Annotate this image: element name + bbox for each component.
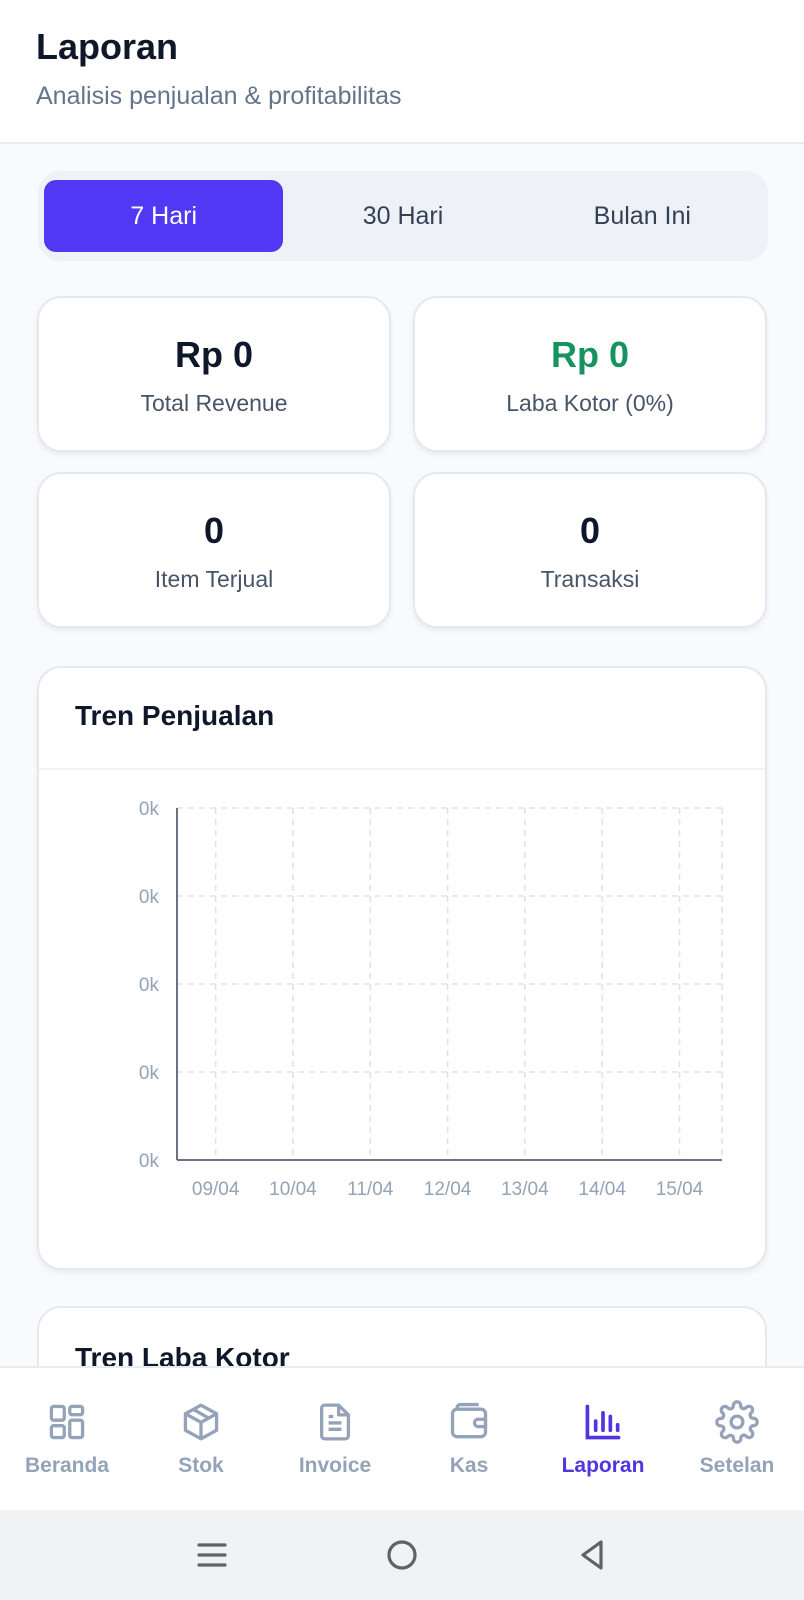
- period-selector: 7 Hari 30 Hari Bulan Ini: [38, 171, 768, 261]
- stat-card-revenue: Rp 0 Total Revenue: [37, 296, 391, 452]
- nav-item-beranda[interactable]: Beranda: [0, 1400, 134, 1478]
- sales-trend-title: Tren Penjualan: [39, 668, 765, 770]
- x-tick-label: 13/04: [501, 1179, 549, 1200]
- nav-item-laporan[interactable]: Laporan: [536, 1400, 670, 1478]
- revenue-label: Total Revenue: [140, 390, 288, 416]
- recent-apps-icon[interactable]: [192, 1535, 232, 1575]
- y-tick-label: 0k: [139, 975, 160, 996]
- y-tick-label: 0k: [139, 799, 160, 820]
- nav-label-stok: Stok: [178, 1454, 224, 1477]
- sales-trend-card: Tren Penjualan 0k 0k 0k 0k 0k 09/04 10/04 11/04…: [37, 666, 767, 1270]
- stat-card-gross-profit: Rp 0 Laba Kotor (0%): [413, 296, 767, 452]
- x-tick-label: 14/04: [578, 1179, 626, 1200]
- bottom-navigation: Beranda Stok Invoice Kas Laporan Setelan: [0, 1366, 804, 1510]
- gear-icon: [715, 1400, 759, 1444]
- gross-profit-value: Rp 0: [550, 334, 629, 375]
- stat-card-transactions: 0 Transaksi: [413, 472, 767, 628]
- x-tick-label: 11/04: [347, 1179, 394, 1200]
- nav-label-kas: Kas: [449, 1454, 489, 1477]
- nav-label-beranda: Beranda: [24, 1454, 110, 1477]
- page-subtitle: Analisis penjualan & profitabilitas: [36, 82, 402, 110]
- tab-7-days[interactable]: 7 Hari: [44, 180, 284, 252]
- y-tick-label: 0k: [139, 1063, 160, 1084]
- items-sold-label: Item Terjual: [154, 566, 274, 592]
- nav-item-setelan[interactable]: Setelan: [670, 1400, 804, 1478]
- app-header: Laporan Analisis penjualan & profitabili…: [0, 0, 804, 144]
- sales-trend-chart: 0k 0k 0k 0k 0k 09/04 10/04 11/04 12/04 13/04 14/04…: [139, 799, 723, 1200]
- stat-card-items-sold: 0 Item Terjual: [37, 472, 391, 628]
- x-tick-label: 10/04: [269, 1179, 317, 1200]
- nav-label-setelan: Setelan: [699, 1454, 775, 1477]
- system-navigation-bar: [0, 1510, 804, 1600]
- items-sold-value: 0: [203, 510, 225, 551]
- x-tick-label: 09/04: [192, 1179, 240, 1200]
- gross-profit-label: Laba Kotor (0%): [506, 390, 674, 416]
- y-tick-label: 0k: [139, 1151, 160, 1172]
- transactions-label: Transaksi: [540, 566, 640, 592]
- page-title: Laporan: [36, 26, 179, 67]
- y-tick-label: 0k: [139, 887, 160, 908]
- home-icon[interactable]: [382, 1535, 422, 1575]
- revenue-value: Rp 0: [174, 334, 253, 375]
- x-tick-label: 12/04: [424, 1179, 472, 1200]
- wallet-icon: [450, 1402, 488, 1439]
- nav-item-stok[interactable]: Stok: [134, 1400, 268, 1478]
- grid-icon: [49, 1404, 85, 1440]
- bar-chart-icon: [585, 1404, 621, 1440]
- box-icon: [183, 1403, 219, 1441]
- tab-30-days[interactable]: 30 Hari: [283, 180, 522, 252]
- x-tick-label: 15/04: [656, 1179, 704, 1200]
- nav-label-laporan: Laporan: [561, 1454, 645, 1477]
- nav-item-kas[interactable]: Kas: [402, 1400, 536, 1478]
- nav-label-invoice: Invoice: [298, 1454, 372, 1477]
- nav-item-invoice[interactable]: Invoice: [268, 1400, 402, 1478]
- tab-this-month[interactable]: Bulan Ini: [523, 180, 762, 252]
- transactions-value: 0: [579, 510, 601, 551]
- document-icon: [319, 1403, 351, 1441]
- back-icon[interactable]: [572, 1535, 612, 1575]
